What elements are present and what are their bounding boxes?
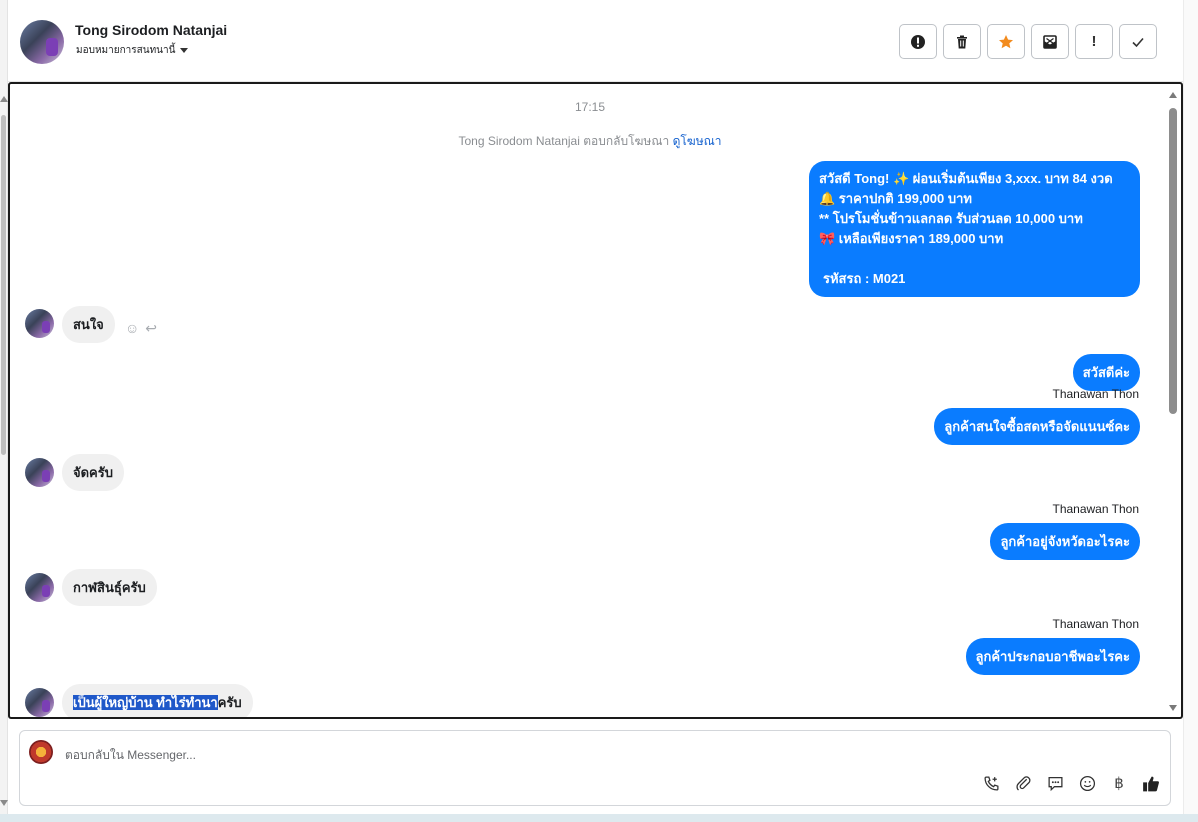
- mark-important-button[interactable]: !: [1075, 24, 1113, 59]
- incoming-message[interactable]: จัดครับ: [62, 454, 124, 491]
- reply-icon[interactable]: ↩: [145, 320, 157, 337]
- outgoing-message[interactable]: ลูกค้าสนใจซื้อสดหรือจัดแนนซ์คะ: [934, 408, 1140, 445]
- ad-message-bubble[interactable]: สวัสดี Tong! ✨ ผ่อนเริ่มต้นเพียง 3,xxx. …: [809, 161, 1140, 297]
- payment-baht-icon[interactable]: ฿: [1110, 774, 1128, 792]
- mail-block-icon: [1043, 34, 1057, 49]
- ad-line-1: สวัสดี Tong! ✨ ผ่อนเริ่มต้นเพียง 3,xxx. …: [819, 171, 1113, 186]
- outgoing-message[interactable]: สวัสดีค่ะ: [1072, 354, 1140, 391]
- thread-scrollbar[interactable]: [1167, 86, 1179, 715]
- mark-done-button[interactable]: [1119, 24, 1157, 59]
- incoming-message[interactable]: เป็นผู้ใหญ่บ้าน ทำไร่ทำนาครับ: [62, 684, 253, 717]
- assign-label: มอบหมายการสนทนานี้: [76, 45, 176, 56]
- ad-reply-note: Tong Sirodom Natanjai ตอบกลับโฆษณา ดูโฆษ…: [10, 132, 1170, 151]
- reply-input[interactable]: ตอบกลับใน Messenger...: [65, 746, 196, 765]
- conversation-header: Tong Sirodom Natanjai มอบหมายการสนทนานี้…: [8, 0, 1183, 82]
- ad-reply-text: Tong Sirodom Natanjai ตอบกลับโฆษณา: [458, 134, 670, 148]
- contact-avatar-small[interactable]: [25, 458, 54, 487]
- alert-circle-icon: [911, 34, 925, 49]
- sender-name: Thanawan Thon: [1052, 617, 1139, 631]
- trash-icon: [957, 35, 967, 48]
- delete-button[interactable]: [943, 24, 981, 59]
- message-text: ครับ: [217, 695, 242, 710]
- sender-name: Thanawan Thon: [1052, 387, 1139, 401]
- saved-reply-icon[interactable]: [1046, 774, 1064, 792]
- incoming-message[interactable]: สนใจ: [62, 306, 115, 343]
- star-button[interactable]: [987, 24, 1025, 59]
- contact-name[interactable]: Tong Sirodom Natanjai: [75, 22, 227, 38]
- react-icon[interactable]: ☺: [125, 320, 139, 337]
- bottom-strip: [0, 814, 1198, 822]
- check-icon: [1132, 37, 1144, 47]
- contact-avatar[interactable]: [20, 20, 64, 64]
- outgoing-message[interactable]: ลูกค้าอยู่จังหวัดอะไรคะ: [990, 523, 1140, 560]
- contact-avatar-small[interactable]: [25, 688, 54, 717]
- sender-name: Thanawan Thon: [1052, 502, 1139, 516]
- scroll-down-arrow[interactable]: [1169, 705, 1177, 711]
- exclamation-icon: !: [1091, 33, 1097, 50]
- reply-composer[interactable]: ตอบกลับใน Messenger... ฿: [19, 730, 1171, 806]
- scroll-thumb[interactable]: [1, 115, 6, 455]
- alert-button[interactable]: [899, 24, 937, 59]
- left-scrollbar[interactable]: [0, 0, 8, 822]
- messenger-inbox-app: Tong Sirodom Natanjai มอบหมายการสนทนานี้…: [0, 0, 1198, 822]
- scroll-up-arrow[interactable]: [1169, 92, 1177, 98]
- ad-line-4: 🎀 เหลือเพียงราคา 189,000 บาท: [819, 231, 1004, 246]
- selected-text[interactable]: เป็นผู้ใหญ่บ้าน ทำไร่ทำนา: [73, 695, 218, 710]
- ad-line-5: รหัสรถ : M021: [823, 271, 906, 286]
- attachment-icon[interactable]: [1014, 774, 1032, 792]
- right-edge-panel: [1183, 0, 1198, 822]
- ad-line-3: ** โปรโมชั่นข้าวแลกลด รับส่วนลด 10,000 บ…: [819, 211, 1083, 226]
- scroll-thumb[interactable]: [1169, 108, 1177, 414]
- outgoing-message[interactable]: ลูกค้าประกอบอาชีพอะไรคะ: [965, 638, 1140, 675]
- chevron-down-icon: [180, 48, 189, 53]
- incoming-message[interactable]: กาฬสินธุ์ครับ: [62, 569, 157, 606]
- composer-tools: ฿: [982, 774, 1160, 792]
- scroll-down-arrow[interactable]: [0, 800, 8, 806]
- page-avatar: [29, 740, 53, 764]
- ad-line-2: 🔔 ราคาปกติ 199,000 บาท: [819, 191, 972, 206]
- message-tools: ☺ ↩: [125, 320, 157, 337]
- call-icon[interactable]: [982, 774, 1000, 792]
- thumbs-up-icon[interactable]: [1142, 774, 1160, 792]
- ad-blank-line: [819, 249, 1130, 269]
- assign-conversation-dropdown[interactable]: มอบหมายการสนทนานี้: [76, 43, 189, 58]
- spam-button[interactable]: [1031, 24, 1069, 59]
- contact-avatar-small[interactable]: [25, 309, 54, 338]
- scroll-up-arrow[interactable]: [0, 96, 8, 102]
- message-timestamp: 17:15: [574, 100, 606, 114]
- star-icon: [999, 34, 1013, 48]
- view-ad-link[interactable]: ดูโฆษณา: [673, 134, 722, 148]
- header-actions: !: [899, 24, 1157, 59]
- emoji-icon[interactable]: [1078, 774, 1096, 792]
- message-thread[interactable]: 17:15 Tong Sirodom Natanjai ตอบกลับโฆษณา…: [8, 82, 1183, 719]
- contact-avatar-small[interactable]: [25, 573, 54, 602]
